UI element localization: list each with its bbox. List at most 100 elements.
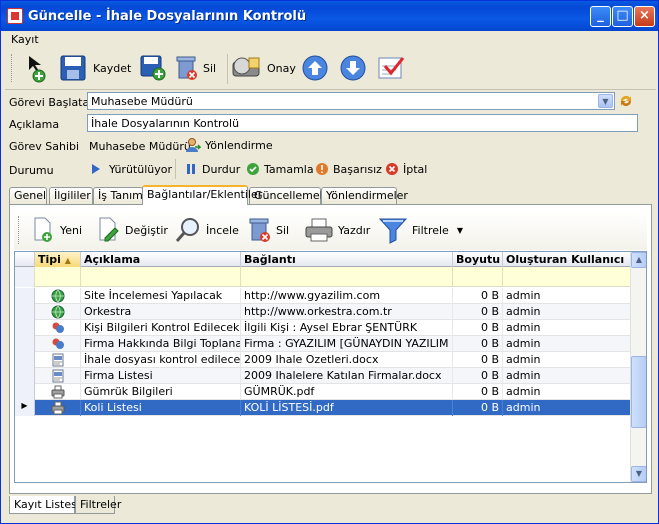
approve-icon	[232, 57, 260, 77]
print-button[interactable]: Yazdır	[304, 216, 370, 244]
filter-dropdown-arrow-icon[interactable]: ▼	[457, 226, 463, 235]
save-button[interactable]: Kaydet	[59, 54, 131, 82]
status-complete-button[interactable]: Tamamla	[246, 162, 314, 176]
save-new-button[interactable]	[139, 54, 167, 82]
gorevi-baslatan-select[interactable]: Muhasebe Müdürü ▼	[87, 92, 615, 110]
tab-filtreler[interactable]: Filtreler	[75, 496, 121, 514]
table-row[interactable]: Orkestra http://www.orkestra.com.tr 0 Badm…	[15, 304, 632, 320]
grid-header: Tipi ▲ Açıklama Bağlantı Boyutu Oluştura…	[15, 252, 632, 267]
menu-kayit[interactable]: Kayıt	[11, 33, 39, 46]
cell-aciklama: Gümrük Bilgileri	[81, 384, 241, 400]
scroll-thumb[interactable]	[631, 356, 646, 428]
row-indicator[interactable]	[15, 288, 35, 304]
new-attachment-label: Yeni	[60, 223, 83, 237]
cell-kullanici: admin	[503, 320, 632, 336]
save-icon	[60, 55, 86, 81]
status-separator	[175, 159, 176, 179]
status-cancel-label: İptal	[403, 162, 428, 176]
row-indicator[interactable]	[15, 304, 35, 320]
row-indicator[interactable]	[15, 352, 35, 368]
title-bar[interactable]: Güncelle - İhale Dosyalarının Kontrolü _…	[1, 1, 658, 31]
filter-cell-tipi[interactable]	[35, 267, 81, 287]
vertical-scrollbar[interactable]: ▲ ▼	[630, 252, 646, 482]
column-header-kullanici[interactable]: Oluşturan Kullanıcı	[503, 252, 632, 267]
aciklama-input[interactable]: İhale Dosyalarının Kontrolü	[87, 114, 638, 132]
save-new-icon	[140, 55, 166, 81]
tab-is-tanimi[interactable]: İş Tanımı	[93, 187, 146, 204]
arrow-down-icon	[340, 55, 366, 81]
filter-cell-baglanti[interactable]	[241, 267, 453, 287]
status-failed-button[interactable]: Başarısız	[315, 162, 382, 176]
tab-ilgililer[interactable]: İlgililer	[49, 187, 93, 204]
attachments-toolbar-grip[interactable]	[18, 216, 21, 244]
table-row[interactable]: Site İncelemesi Yapılacak http://www.gyaz…	[15, 288, 632, 304]
delete-attachment-button[interactable]: Sil	[248, 216, 289, 244]
tab-yonlendirmeler[interactable]: Yönlendirmeler	[321, 187, 408, 204]
filter-label: Filtrele	[412, 223, 449, 237]
table-row[interactable]: Kişi Bilgileri Kontrol Edilecek İlgili Ki…	[15, 320, 632, 336]
view-attachment-button[interactable]: İncele	[174, 216, 239, 244]
tab-baglantilar[interactable]: Bağlantılar/Eklentiler	[142, 185, 262, 205]
column-header-baglanti[interactable]: Bağlantı	[241, 252, 453, 267]
durumu-label: Durumu	[9, 164, 54, 177]
view-attachment-label: İncele	[206, 223, 239, 237]
minimize-button[interactable]: _	[590, 6, 611, 27]
cell-kullanici: admin	[503, 400, 632, 416]
scroll-down-icon[interactable]: ▼	[631, 466, 646, 482]
approve-label: Onay	[267, 61, 296, 75]
attachments-toolbar: Yeni Değiştir İncele Sil Yazdır Filtrele	[14, 210, 647, 250]
tab-genel[interactable]: Genel	[9, 187, 47, 204]
printer-icon	[305, 218, 333, 242]
next-record-button[interactable]	[339, 54, 367, 82]
contact-icon	[35, 336, 81, 352]
status-cancel-button[interactable]: İptal	[385, 162, 427, 176]
checklist-button[interactable]	[377, 54, 407, 82]
previous-record-button[interactable]	[301, 54, 329, 82]
refresh-icon[interactable]	[618, 93, 634, 109]
column-header-aciklama[interactable]: Açıklama	[81, 252, 241, 267]
status-running-button[interactable]: Yürütülüyor	[89, 162, 172, 176]
yonlendirme-button[interactable]: Yönlendirme	[185, 137, 273, 153]
gorevi-baslatan-value: Muhasebe Müdürü	[91, 95, 193, 108]
table-row[interactable]: İhale dosyası kontrol edilecek 2009 Ihale…	[15, 352, 632, 368]
row-indicator[interactable]: ▶	[15, 400, 35, 416]
table-row[interactable]: Firma Listesi 2009 Ihalelere Katılan Firm…	[15, 368, 632, 384]
cell-baglanti: Firma : GYAZILIM [GÜNAYDIN YAZILIM A.Ş.]	[241, 336, 453, 352]
web-link-icon	[35, 288, 81, 304]
close-button[interactable]: ×	[634, 6, 655, 27]
status-pause-button[interactable]: Durdur	[184, 162, 240, 176]
row-indicator[interactable]	[15, 384, 35, 400]
new-record-button[interactable]	[25, 52, 51, 84]
cell-boyutu: 0 B	[453, 304, 503, 320]
filter-cell-boyutu[interactable]	[453, 267, 503, 287]
tab-kayit-listesi[interactable]: Kayıt Listesi	[9, 496, 80, 514]
delete-button[interactable]: Sil	[175, 54, 216, 82]
new-attachment-button[interactable]: Yeni	[32, 216, 82, 244]
row-indicator[interactable]	[15, 336, 35, 352]
user-forward-icon	[186, 138, 201, 152]
cancel-circle-icon	[386, 163, 398, 175]
filter-button[interactable]: Filtrele ▼	[378, 216, 463, 244]
printer-icon	[35, 384, 81, 400]
row-indicator[interactable]	[15, 368, 35, 384]
change-attachment-button[interactable]: Değiştir	[97, 216, 168, 244]
cell-aciklama: Kişi Bilgileri Kontrol Edilecek	[81, 320, 241, 336]
row-indicator[interactable]	[15, 320, 35, 336]
chevron-down-icon[interactable]: ▼	[598, 94, 613, 108]
new-document-icon	[34, 217, 52, 242]
grid-filter-row[interactable]	[15, 267, 632, 287]
scroll-up-icon[interactable]: ▲	[631, 252, 646, 268]
column-header-boyutu[interactable]: Boyutu	[453, 252, 503, 267]
filter-cell-kullanici[interactable]	[503, 267, 632, 287]
approve-button[interactable]: Onay	[231, 54, 296, 82]
toolbar-grip[interactable]	[11, 54, 14, 82]
table-row[interactable]: Gümrük Bilgileri GÜMRÜK.pdf 0 Badmin	[15, 384, 632, 400]
app-icon	[7, 8, 23, 24]
cell-baglanti: 2009 Ihale Ozetleri.docx	[241, 352, 453, 368]
filter-row-indicator	[15, 267, 35, 287]
table-row[interactable]: ▶ Koli Listesi KOLİ LİSTESİ.pdf 0 Badmin	[15, 400, 632, 416]
table-row[interactable]: Firma Hakkında Bilgi ToplanacakFirma : G…	[15, 336, 632, 352]
maximize-button[interactable]: □	[612, 6, 633, 27]
column-header-tipi[interactable]: Tipi ▲	[35, 252, 81, 267]
filter-cell-aciklama[interactable]	[81, 267, 241, 287]
